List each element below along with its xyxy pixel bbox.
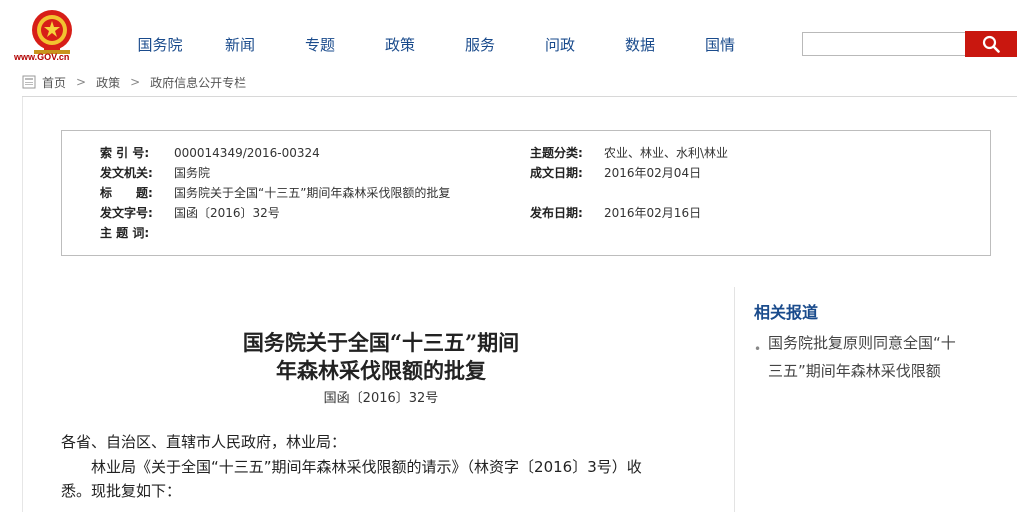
related-report-line: 三五”期间年森林采伐限额 bbox=[768, 362, 941, 380]
nav-item-data[interactable]: 数据 bbox=[600, 34, 680, 56]
nav-item-topics[interactable]: 专题 bbox=[280, 34, 360, 56]
meta-label: 发文机关: bbox=[100, 166, 153, 180]
site-header: www.GOV.cn 国务院 新闻 专题 政策 服务 问政 数据 国情 bbox=[0, 0, 1017, 72]
nav-item-guowuyuan[interactable]: 国务院 bbox=[120, 34, 200, 56]
related-report-link[interactable]: • 国务院批复原则同意全国“十 三五”期间年森林采伐限额 bbox=[754, 329, 984, 385]
related-reports-panel: 相关报道 • 国务院批复原则同意全国“十 三五”期间年森林采伐限额 bbox=[754, 287, 1017, 512]
meta-value: 农业、林业、水利\林业 bbox=[604, 146, 729, 160]
breadcrumb-home[interactable]: 首页 bbox=[42, 74, 66, 91]
document-metadata-box: 索 引 号: 000014349/2016-00324 发文机关: 国务院 标 … bbox=[61, 130, 991, 256]
nav-item-inquiry[interactable]: 问政 bbox=[520, 34, 600, 56]
search-icon bbox=[982, 35, 1000, 53]
meta-label: 主 题 词: bbox=[100, 226, 150, 240]
nav-item-news[interactable]: 新闻 bbox=[200, 34, 280, 56]
meta-index-number: 索 引 号: 000014349/2016-00324 bbox=[100, 145, 320, 161]
search-input[interactable] bbox=[802, 32, 966, 56]
meta-label: 标 题: bbox=[100, 186, 153, 200]
article-body: 国务院关于全国“十三五”期间 年森林采伐限额的批复 国函〔2016〕32号 各省… bbox=[61, 287, 701, 512]
meta-value: 国务院关于全国“十三五”期间年森林采伐限额的批复 bbox=[174, 186, 451, 200]
column-divider bbox=[734, 287, 735, 512]
meta-written-date: 成文日期: 2016年02月04日 bbox=[530, 165, 701, 181]
bullet-icon: • bbox=[754, 342, 762, 356]
meta-keywords: 主 题 词: bbox=[100, 225, 174, 241]
article-title-line: 国务院关于全国“十三五”期间 bbox=[242, 330, 520, 355]
nav-item-national-info[interactable]: 国情 bbox=[680, 34, 760, 56]
meta-subject-category: 主题分类: 农业、林业、水利\林业 bbox=[530, 145, 728, 161]
breadcrumb-gov-info-column[interactable]: 政府信息公开专栏 bbox=[150, 74, 246, 91]
meta-value: 国务院 bbox=[174, 166, 211, 180]
nav-item-service[interactable]: 服务 bbox=[440, 34, 520, 56]
breadcrumb-separator: > bbox=[130, 75, 141, 89]
meta-label: 发布日期: bbox=[530, 206, 583, 220]
meta-label: 发文字号: bbox=[100, 206, 153, 220]
article-paragraph-line: 林业局《关于全国“十三五”期间年森林采伐限额的请示》（林资字〔2016〕3号）收 bbox=[61, 458, 642, 476]
meta-value: 2016年02月16日 bbox=[604, 206, 702, 220]
meta-document-number: 发文字号: 国函〔2016〕32号 bbox=[100, 205, 280, 221]
meta-label: 索 引 号: bbox=[100, 146, 150, 160]
related-reports-title: 相关报道 bbox=[754, 303, 819, 322]
meta-issuing-authority: 发文机关: 国务院 bbox=[100, 165, 210, 181]
breadcrumb-policy[interactable]: 政策 bbox=[96, 74, 120, 91]
site-logo-text[interactable]: www.GOV.cn bbox=[14, 52, 69, 62]
article-paragraph-line: 悉。现批复如下： bbox=[61, 482, 182, 500]
article-title-line: 年森林采伐限额的批复 bbox=[276, 358, 486, 383]
meta-label: 成文日期: bbox=[530, 166, 583, 180]
related-report-line: 国务院批复原则同意全国“十 bbox=[768, 334, 956, 352]
meta-value: 2016年02月04日 bbox=[604, 166, 702, 180]
meta-title: 标 题: 国务院关于全国“十三五”期间年森林采伐限额的批复 bbox=[100, 185, 450, 201]
article-title: 国务院关于全国“十三五”期间 年森林采伐限额的批复 bbox=[61, 329, 701, 385]
article-salutation: 各省、自治区、直辖市人民政府，林业局： bbox=[61, 433, 347, 451]
search-button[interactable] bbox=[965, 31, 1017, 57]
main-content: 索 引 号: 000014349/2016-00324 发文机关: 国务院 标 … bbox=[22, 97, 1017, 512]
breadcrumb: 首页 > 政策 > 政府信息公开专栏 bbox=[22, 72, 1017, 92]
home-icon bbox=[22, 75, 36, 89]
article-doc-number: 国函〔2016〕32号 bbox=[323, 391, 439, 406]
meta-publish-date: 发布日期: 2016年02月16日 bbox=[530, 205, 701, 221]
main-nav: 国务院 新闻 专题 政策 服务 问政 数据 国情 bbox=[120, 34, 760, 56]
nav-item-policy[interactable]: 政策 bbox=[360, 34, 440, 56]
meta-value: 000014349/2016-00324 bbox=[174, 146, 320, 160]
breadcrumb-separator: > bbox=[76, 75, 87, 89]
meta-label: 主题分类: bbox=[530, 146, 583, 160]
meta-value: 国函〔2016〕32号 bbox=[174, 206, 280, 220]
